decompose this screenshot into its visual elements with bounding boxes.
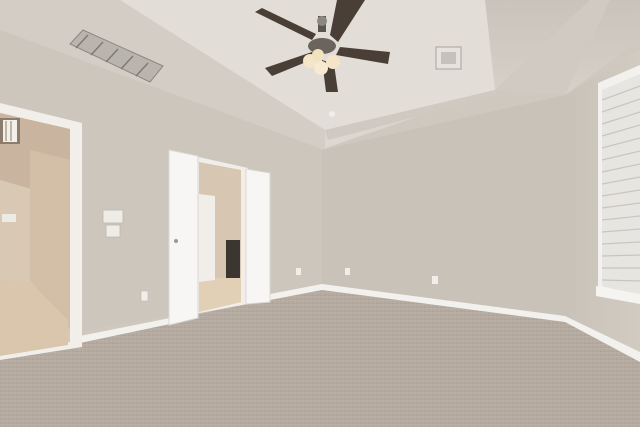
empty-bedroom-photo bbox=[0, 0, 640, 427]
thermostat-icon bbox=[2, 214, 16, 222]
left-door-panel[interactable] bbox=[168, 149, 199, 326]
hallway-doorway bbox=[0, 103, 82, 360]
room-illustration bbox=[0, 0, 640, 427]
bathroom-doorway bbox=[194, 156, 248, 314]
outlet-icon bbox=[345, 268, 350, 275]
window bbox=[596, 65, 640, 304]
outlet-icon bbox=[432, 276, 438, 284]
outlet-icon bbox=[296, 268, 301, 275]
outlet-icon bbox=[140, 290, 149, 302]
right-door-panel[interactable] bbox=[245, 168, 271, 305]
smoke-detector-icon bbox=[329, 111, 335, 117]
door-knob-icon bbox=[174, 239, 178, 243]
